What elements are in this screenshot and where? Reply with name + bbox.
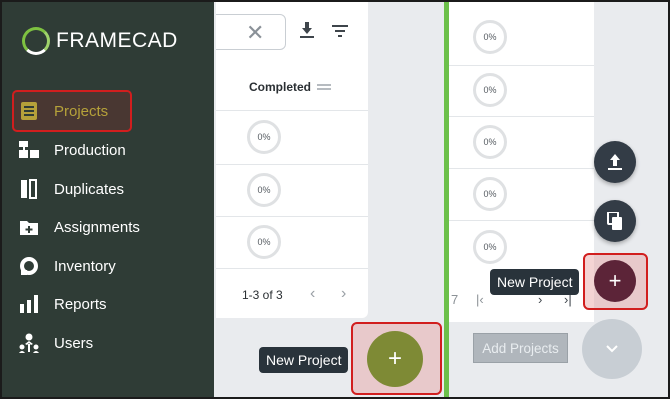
projects-table-panel-2: 0% 0% 0% 0% 0%	[449, 2, 594, 272]
sidebar-item-assignments[interactable]: Assignments	[18, 213, 208, 241]
progress-ring: 0%	[247, 225, 281, 259]
progress-ring: 0%	[247, 120, 281, 154]
progress-ring: 0%	[473, 230, 507, 264]
sidebar-item-reports[interactable]: Reports	[18, 290, 208, 318]
new-project-tooltip: New Project	[490, 269, 580, 295]
duplicates-icon	[18, 178, 40, 200]
upload-button[interactable]	[594, 141, 636, 183]
reports-icon	[18, 293, 40, 315]
sidebar-item-label: Users	[54, 334, 94, 352]
sidebar-item-label: Reports	[54, 295, 107, 313]
chevron-right-icon[interactable]: ›	[341, 285, 346, 303]
add-projects-button[interactable]: Add Projects	[473, 333, 568, 363]
progress-ring: 0%	[473, 125, 507, 159]
sidebar-item-duplicates[interactable]: Duplicates	[18, 175, 208, 203]
users-icon	[18, 332, 40, 354]
sidebar-item-label: Production	[54, 141, 126, 159]
sidebar-item-inventory[interactable]: Inventory	[18, 252, 208, 280]
screen: FRAMECAD Projects Production Duplicates	[0, 0, 670, 399]
row-divider	[449, 65, 594, 66]
chevron-left-icon[interactable]: ‹	[310, 285, 315, 303]
assignments-icon	[18, 216, 40, 238]
brand-logo[interactable]: FRAMECAD	[22, 27, 178, 55]
copy-button[interactable]	[594, 200, 636, 242]
row-divider	[216, 164, 368, 165]
row-divider	[449, 116, 594, 117]
row-divider	[449, 168, 594, 169]
new-project-button[interactable]: +	[594, 260, 636, 302]
projects-icon	[18, 100, 40, 122]
progress-ring: 0%	[473, 73, 507, 107]
row-divider	[449, 220, 594, 221]
projects-table-panel: ✕ Completed 0% 0% 0% 1-3 of 3 ‹ ›	[216, 2, 368, 318]
progress-ring: 0%	[473, 177, 507, 211]
pagination-range-fragment: 7	[451, 292, 459, 307]
copy-icon	[607, 212, 622, 230]
sidebar-item-label: Projects	[54, 102, 109, 120]
new-project-button-2[interactable]: +	[367, 331, 423, 387]
row-divider	[216, 268, 368, 269]
fab-menu-button[interactable]	[582, 319, 642, 379]
pagination-range: 1-3 of 3	[242, 288, 283, 302]
plus-icon: +	[387, 345, 402, 372]
production-icon	[18, 139, 40, 161]
inventory-icon	[18, 255, 40, 277]
sidebar-item-users[interactable]: Users	[18, 329, 208, 357]
row-divider	[216, 216, 368, 217]
progress-ring: 0%	[247, 173, 281, 207]
chevron-down-icon	[606, 345, 618, 353]
sidebar-item-label: Assignments	[54, 218, 140, 236]
progress-ring: 0%	[473, 20, 507, 54]
sidebar: FRAMECAD Projects Production Duplicates	[2, 2, 214, 397]
brand-name: FRAMECAD	[56, 29, 178, 52]
download-icon[interactable]	[300, 22, 314, 43]
drag-handle-icon[interactable]	[317, 84, 331, 90]
first-page-icon[interactable]: |‹	[476, 292, 484, 307]
plus-icon: +	[608, 268, 622, 293]
close-icon[interactable]: ✕	[246, 20, 264, 46]
sidebar-item-label: Duplicates	[54, 180, 125, 198]
framecad-logo-icon	[22, 27, 50, 55]
sidebar-item-production[interactable]: Production	[18, 136, 208, 164]
upload-icon	[608, 154, 622, 170]
sidebar-item-projects[interactable]: Projects	[18, 97, 208, 125]
new-project-tooltip-2: New Project	[259, 347, 349, 373]
filter-icon[interactable]	[332, 24, 348, 42]
row-divider	[216, 110, 368, 111]
column-header-completed[interactable]: Completed	[249, 80, 311, 94]
sidebar-item-label: Inventory	[54, 257, 116, 275]
